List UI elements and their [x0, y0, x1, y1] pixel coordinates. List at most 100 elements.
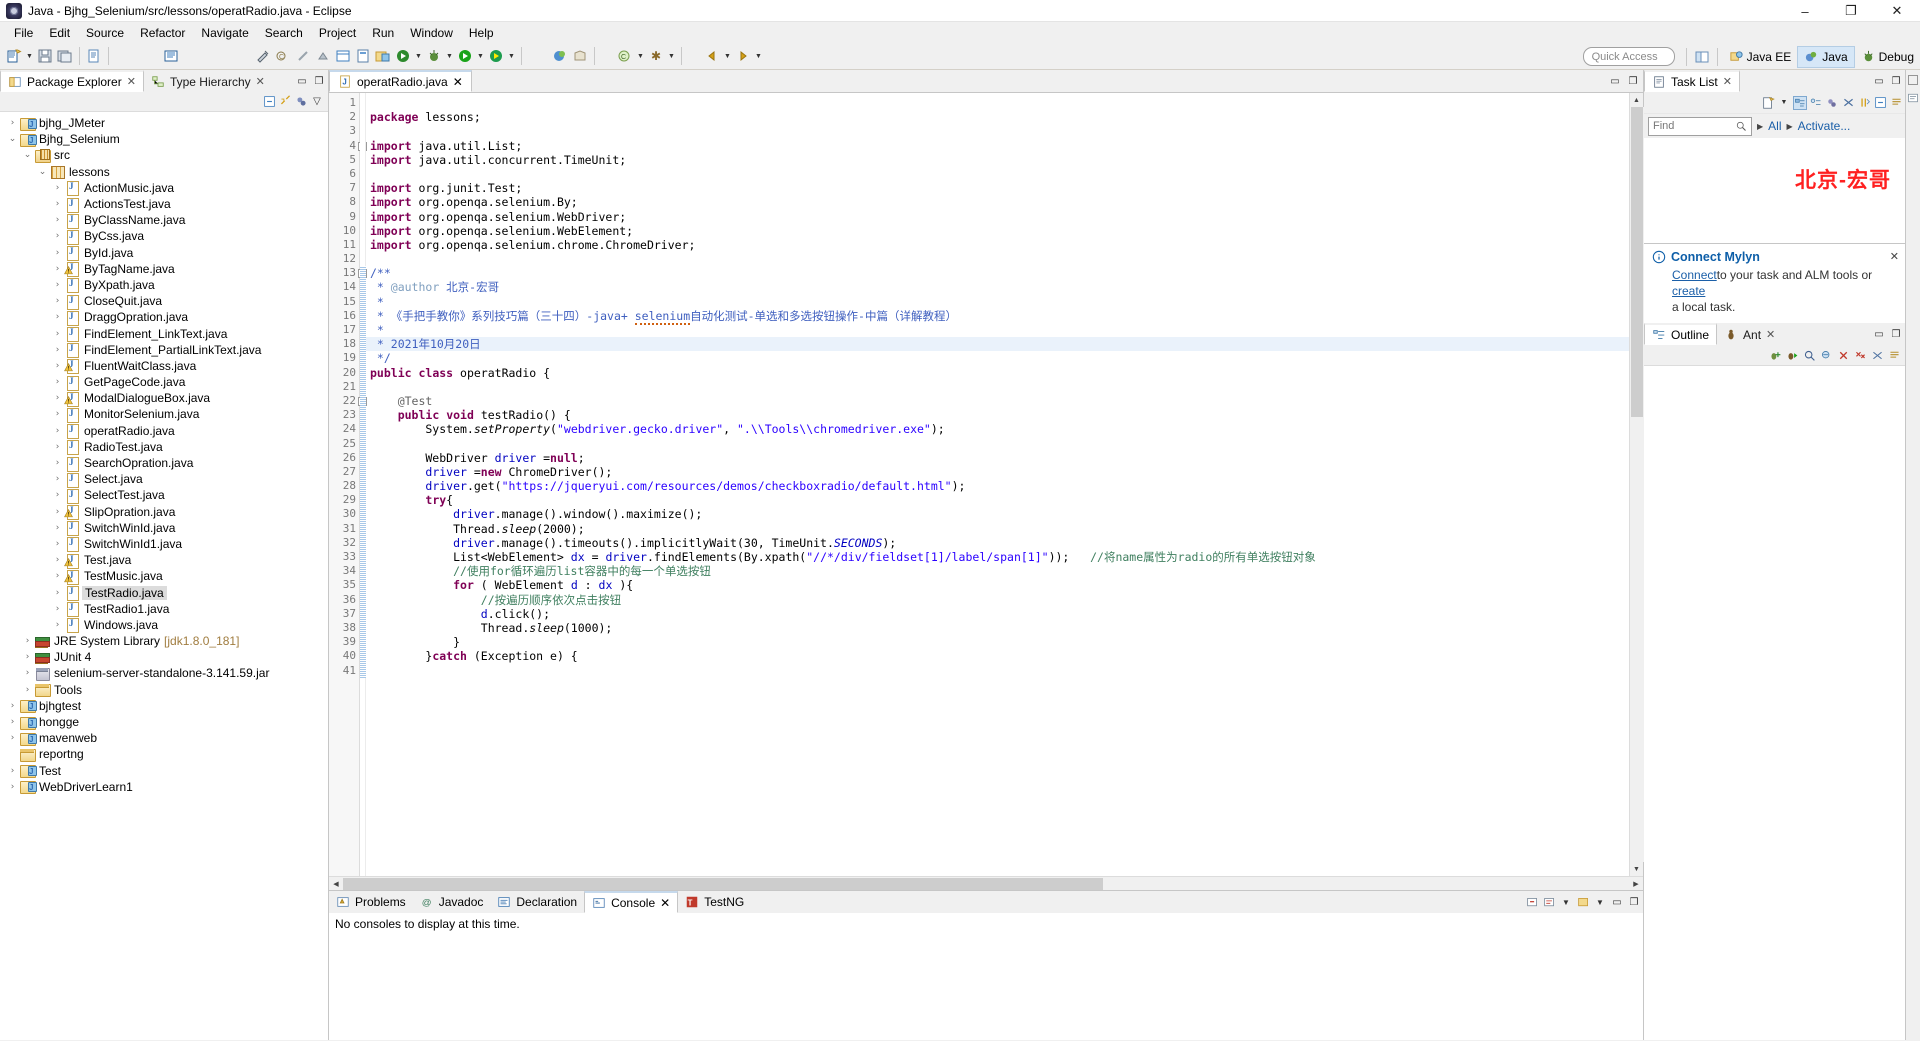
synchronize-changed-icon[interactable]: [1857, 96, 1871, 110]
new-wizard-icon[interactable]: [4, 45, 24, 67]
print-preview-icon[interactable]: [161, 45, 181, 67]
chevron-right-icon[interactable]: ›: [51, 571, 64, 581]
chevron-right-icon[interactable]: ›: [6, 766, 19, 776]
scroll-track[interactable]: [1629, 107, 1644, 862]
search-next-icon[interactable]: [293, 45, 313, 67]
tree-item[interactable]: › RadioTest.java: [0, 439, 328, 456]
code-line[interactable]: * @author 北京-宏哥: [366, 280, 1629, 294]
chevron-right-icon[interactable]: ›: [6, 733, 19, 743]
debug-bug-icon[interactable]: [424, 45, 444, 67]
tree-item[interactable]: › SlipOpration.java: [0, 504, 328, 521]
tree-item[interactable]: › ModalDialogueBox.java: [0, 390, 328, 407]
tree-item[interactable]: › CloseQuit.java: [0, 293, 328, 310]
tree-item[interactable]: › operatRadio.java: [0, 423, 328, 440]
minimize-icon[interactable]: ▭: [295, 74, 309, 88]
perspective-debug[interactable]: Debug: [1855, 46, 1920, 68]
run-dropdown-icon[interactable]: ▼: [475, 45, 486, 67]
tree-item[interactable]: › ById.java: [0, 245, 328, 262]
tree-item[interactable]: › mavenweb: [0, 730, 328, 746]
code-line[interactable]: Thread.sleep(2000);: [366, 522, 1629, 536]
tree-item[interactable]: › hongge: [0, 714, 328, 730]
tree-item[interactable]: › FindElement_PartialLinkText.java: [0, 342, 328, 359]
tab-outline[interactable]: Outline: [1644, 323, 1718, 345]
chevron-right-icon[interactable]: ›: [51, 199, 64, 209]
tree-item[interactable]: › Windows.java: [0, 617, 328, 634]
tree-item[interactable]: › GetPageCode.java: [0, 374, 328, 391]
new-task-dropdown-icon[interactable]: ▼: [1777, 96, 1791, 110]
close-icon[interactable]: ✕: [127, 75, 136, 88]
tree-item[interactable]: › MonitorSelenium.java: [0, 406, 328, 423]
code-line[interactable]: driver.manage().timeouts().implicitlyWai…: [366, 536, 1629, 550]
chevron-right-icon[interactable]: ›: [6, 717, 19, 727]
chevron-right-icon[interactable]: ›: [51, 215, 64, 225]
filter-icon[interactable]: [1870, 348, 1884, 362]
tab-console[interactable]: Console ✕: [584, 891, 679, 913]
categorized-presentation-icon[interactable]: [1793, 95, 1807, 110]
tree-item[interactable]: › ByXpath.java: [0, 277, 328, 294]
code-line[interactable]: driver.get("https://jqueryui.com/resourc…: [366, 479, 1629, 493]
new-class-icon[interactable]: C: [615, 45, 635, 67]
code-line[interactable]: [366, 380, 1629, 394]
tree-item[interactable]: › TestRadio1.java: [0, 601, 328, 618]
chevron-right-icon[interactable]: ›: [51, 555, 64, 565]
chevron-right-icon[interactable]: ›: [51, 539, 64, 549]
chevron-right-icon[interactable]: ›: [6, 118, 19, 128]
code-line[interactable]: @Test: [366, 394, 1629, 408]
quick-access-input[interactable]: Quick Access: [1582, 47, 1675, 66]
chevron-right-icon[interactable]: ›: [51, 280, 64, 290]
tab-task-list[interactable]: Task List ✕: [1644, 70, 1740, 92]
close-icon[interactable]: ✕: [1766, 328, 1775, 341]
tree-item[interactable]: › bjhg_JMeter: [0, 115, 328, 131]
remove-all-icon[interactable]: [1853, 348, 1867, 362]
close-icon[interactable]: ✕: [1890, 250, 1899, 263]
chevron-right-icon[interactable]: ›: [51, 409, 64, 419]
perspective-java-ee[interactable]: Java EE: [1723, 46, 1798, 68]
chevron-right-icon[interactable]: ›: [51, 474, 64, 484]
tree-item[interactable]: › FluentWaitClass.java: [0, 358, 328, 375]
tree-item[interactable]: › ActionMusic.java: [0, 180, 328, 197]
tree-item[interactable]: › Select.java: [0, 471, 328, 488]
tree-item[interactable]: ⌄ lessons: [0, 164, 328, 180]
minimize-button[interactable]: –: [1782, 0, 1828, 22]
chevron-right-icon[interactable]: ›: [51, 458, 64, 468]
tree-item[interactable]: ⌄ Bjhg_Selenium: [0, 131, 328, 147]
new-file-icon[interactable]: [84, 45, 104, 67]
open-type-icon[interactable]: [333, 45, 353, 67]
mylyn-create-link[interactable]: create: [1672, 284, 1705, 298]
chevron-right-icon[interactable]: ›: [51, 231, 64, 241]
remove-all-terminated-icon[interactable]: [1542, 895, 1556, 909]
chevron-right-icon[interactable]: ›: [51, 377, 64, 387]
code-line[interactable]: [366, 96, 1629, 110]
chevron-right-icon[interactable]: ›: [51, 490, 64, 500]
open-perspective-icon[interactable]: [1692, 46, 1712, 68]
tab-package-explorer[interactable]: Package Explorer ✕: [0, 70, 144, 92]
hide-internal-targets-icon[interactable]: [1819, 348, 1833, 362]
tree-item[interactable]: ⌄ src: [0, 147, 328, 163]
close-icon[interactable]: ✕: [453, 75, 463, 89]
tree-item[interactable]: › ByTagName.java: [0, 261, 328, 278]
code-line[interactable]: * 2021年10月20日: [366, 337, 1629, 352]
link-with-editor-icon[interactable]: [278, 95, 292, 109]
code-line[interactable]: import org.junit.Test;: [366, 181, 1629, 195]
new-ee-project-icon[interactable]: [550, 45, 570, 67]
tab-testng[interactable]: T TestNG: [678, 891, 751, 913]
open-console-icon[interactable]: [1576, 895, 1590, 909]
remove-launch-icon[interactable]: [1525, 895, 1539, 909]
tree-item[interactable]: › ByClassName.java: [0, 212, 328, 229]
external-tools-icon[interactable]: [253, 45, 273, 67]
tree-item[interactable]: › ByCss.java: [0, 228, 328, 245]
close-icon[interactable]: ✕: [256, 75, 265, 88]
new-class-dropdown-icon[interactable]: ▼: [635, 45, 646, 67]
tree-item[interactable]: › TestMusic.java: [0, 568, 328, 585]
menu-navigate[interactable]: Navigate: [193, 24, 256, 42]
add-buildfile-icon[interactable]: [1768, 348, 1782, 362]
chevron-right-icon[interactable]: ›: [6, 782, 19, 792]
tab-javadoc[interactable]: @ Javadoc: [413, 891, 491, 913]
tree-item[interactable]: › Test: [0, 763, 328, 779]
code-line[interactable]: /**: [366, 266, 1629, 280]
project-tree[interactable]: › bjhg_JMeter ⌄ Bjhg_Selenium ⌄ src ⌄ lessons › A…: [0, 112, 328, 1040]
chevron-right-icon[interactable]: ›: [21, 685, 34, 695]
code-line[interactable]: d.click();: [366, 607, 1629, 621]
chevron-down-icon[interactable]: ⌄: [36, 167, 49, 177]
back-icon[interactable]: [702, 45, 722, 67]
